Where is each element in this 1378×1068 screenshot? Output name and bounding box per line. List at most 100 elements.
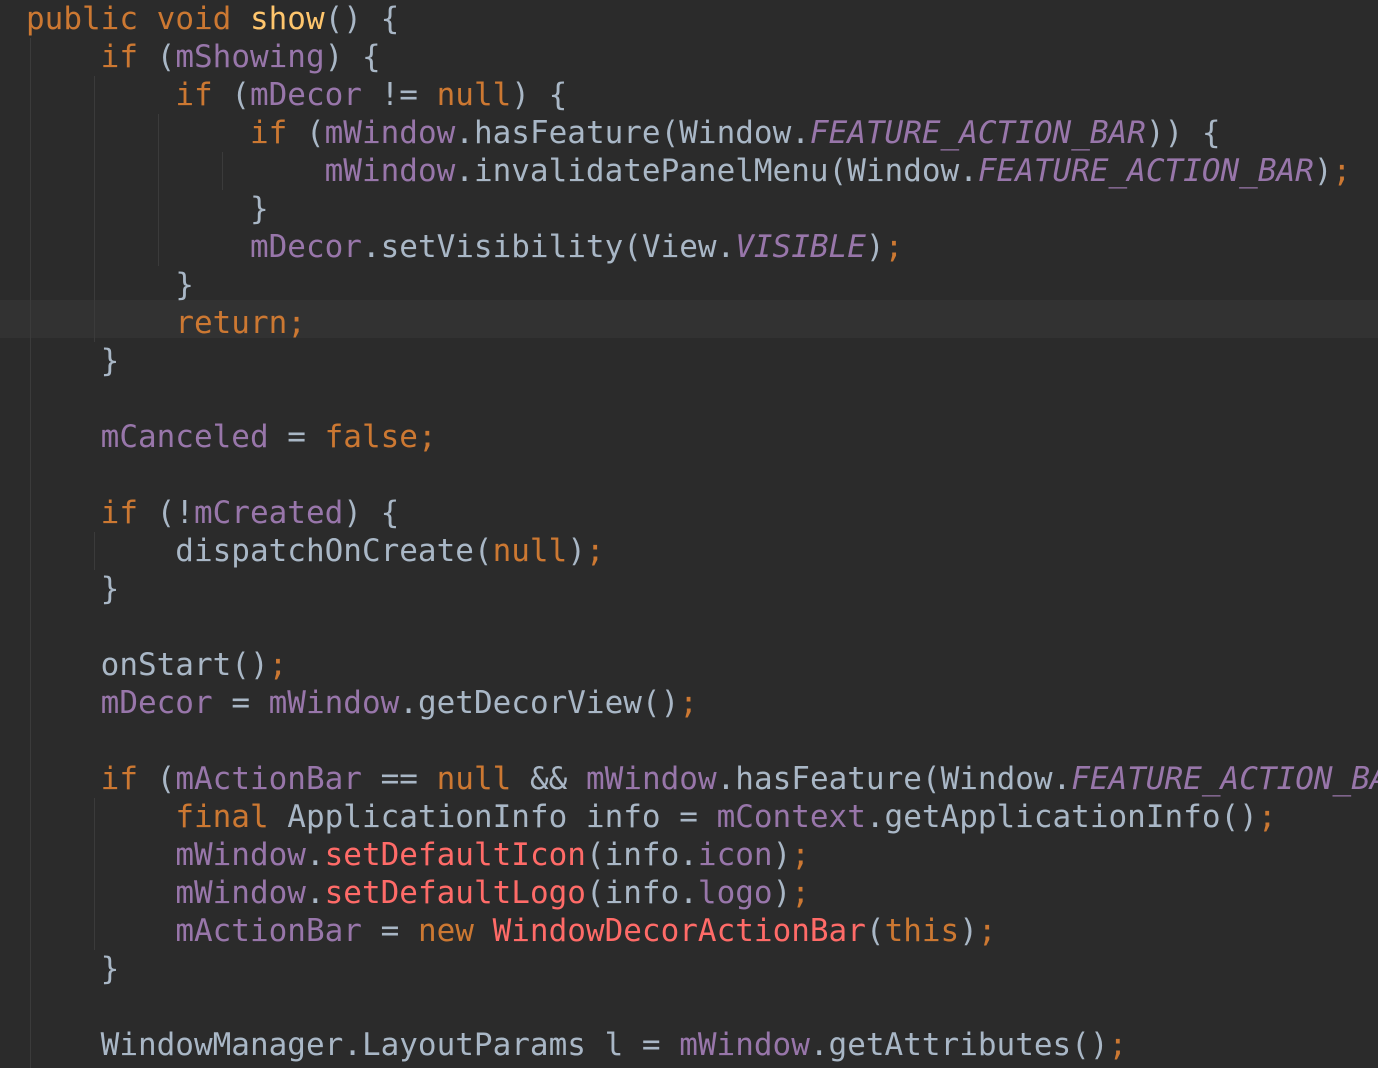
code-line[interactable]: if (mDecor != null) { <box>26 76 567 114</box>
code-text: (info. <box>585 875 698 911</box>
code-editor[interactable]: public void show() { if (mShowing) { if … <box>0 0 1378 1068</box>
code-text: ApplicationInfo info = <box>287 799 717 835</box>
deprecated-call: WindowDecorActionBar <box>492 913 866 949</box>
code-line[interactable]: } <box>26 570 120 608</box>
code-text: .hasFeature(Window. <box>455 115 810 151</box>
static-constant: FEATURE_ACTION_BAR <box>1071 761 1378 797</box>
keyword: void <box>156 1 250 37</box>
keyword: if <box>100 39 157 75</box>
code-line[interactable]: mWindow.setDefaultIcon(info.icon); <box>26 836 810 874</box>
code-line[interactable]: } <box>26 950 120 988</box>
keyword: ; <box>585 533 605 569</box>
code-line[interactable]: onStart(); <box>26 646 288 684</box>
code-text: ) <box>1313 153 1333 189</box>
code-line[interactable]: if (mWindow.hasFeature(Window.FEATURE_AC… <box>26 114 1221 152</box>
code-text: .hasFeature(Window. <box>716 761 1072 797</box>
code-line[interactable]: mActionBar = new WindowDecorActionBar(th… <box>26 912 996 950</box>
code-text: . <box>305 875 325 911</box>
code-line[interactable]: public void show() { <box>26 0 399 38</box>
code-text: .invalidatePanelMenu(Window. <box>455 153 978 189</box>
code-line[interactable]: if (mActionBar == null && mWindow.hasFea… <box>26 760 1378 798</box>
code-line[interactable]: } <box>26 190 269 228</box>
field: mCreated <box>193 495 344 531</box>
keyword: ; <box>1108 1027 1128 1063</box>
code-line[interactable]: } <box>26 342 120 380</box>
static-constant: VISIBLE <box>735 229 866 265</box>
code-text: onStart() <box>26 647 269 683</box>
code-text: ( <box>865 913 885 949</box>
code-text: ( <box>231 77 250 113</box>
code-line[interactable]: mDecor.setVisibility(View.VISIBLE); <box>26 228 903 266</box>
code-text: && <box>529 761 586 797</box>
field: mShowing <box>175 39 325 75</box>
code-line[interactable]: } <box>26 266 194 304</box>
code-text: ( <box>305 115 325 151</box>
code-line[interactable]: mWindow.invalidatePanelMenu(Window.FEATU… <box>26 152 1352 190</box>
keyword: if <box>100 761 157 797</box>
keyword: ; <box>679 685 698 721</box>
code-text: .getDecorView() <box>399 685 680 721</box>
deprecated-call: setDefaultIcon <box>324 837 586 873</box>
code-line[interactable]: if (!mCreated) { <box>26 494 400 532</box>
keyword: return; <box>175 305 306 341</box>
code-text: } <box>26 267 194 303</box>
code-text: .getApplicationInfo() <box>865 799 1258 835</box>
field: mActionBar <box>175 761 381 797</box>
field: mDecor <box>100 685 232 721</box>
code-text: ) { <box>324 39 381 75</box>
code-line[interactable]: mDecor = mWindow.getDecorView(); <box>26 684 698 722</box>
code-line[interactable]: final ApplicationInfo info = mContext.ge… <box>26 798 1276 836</box>
code-text: .getAttributes() <box>809 1027 1109 1063</box>
code-text: ) <box>772 837 792 873</box>
field: mWindow <box>585 761 717 797</box>
field: mWindow <box>175 875 306 911</box>
code-line[interactable]: mWindow.setDefaultLogo(info.logo); <box>26 874 810 912</box>
code-line[interactable]: if ((l.softInputMode <box>26 1064 474 1068</box>
code-text: ( <box>156 761 176 797</box>
field: mWindow <box>324 115 456 151</box>
keyword: public <box>26 1 157 37</box>
code-text: } <box>26 951 120 987</box>
code-text: != <box>380 77 437 113</box>
code-text: . <box>305 837 325 873</box>
field: mDecor <box>249 77 381 113</box>
keyword: ; <box>1257 799 1277 835</box>
keyword: ; <box>1332 153 1352 189</box>
deprecated-call: setDefaultLogo <box>324 875 586 911</box>
keyword: false; <box>324 419 437 455</box>
code-text: .setVisibility(View. <box>361 229 736 265</box>
field: mActionBar <box>175 913 381 949</box>
code-text: WindowManager.LayoutParams l = <box>26 1027 680 1063</box>
code-line[interactable]: return; <box>26 304 306 342</box>
field: mWindow <box>324 153 456 189</box>
code-text: ( <box>156 39 176 75</box>
keyword: if <box>100 495 157 531</box>
method-name: show <box>249 1 325 37</box>
code-line[interactable]: mCanceled = false; <box>26 418 437 456</box>
code-line[interactable]: if (mShowing) { <box>26 38 381 76</box>
keyword: null <box>492 533 568 569</box>
code-text: dispatchOnCreate( <box>26 533 493 569</box>
code-text: = <box>231 685 269 721</box>
code-text: ) <box>959 913 978 949</box>
field: mWindow <box>268 685 400 721</box>
code-text: ) <box>567 533 586 569</box>
code-line[interactable]: dispatchOnCreate(null); <box>26 532 605 570</box>
keyword: if <box>175 77 232 113</box>
code-text: () { <box>324 1 400 37</box>
keyword: null <box>436 77 512 113</box>
code-text: )) { <box>1145 115 1221 151</box>
code-text: } <box>26 191 269 227</box>
keyword: final <box>175 799 288 835</box>
code-line[interactable]: WindowManager.LayoutParams l = mWindow.g… <box>26 1026 1128 1064</box>
keyword: ; <box>268 647 288 683</box>
